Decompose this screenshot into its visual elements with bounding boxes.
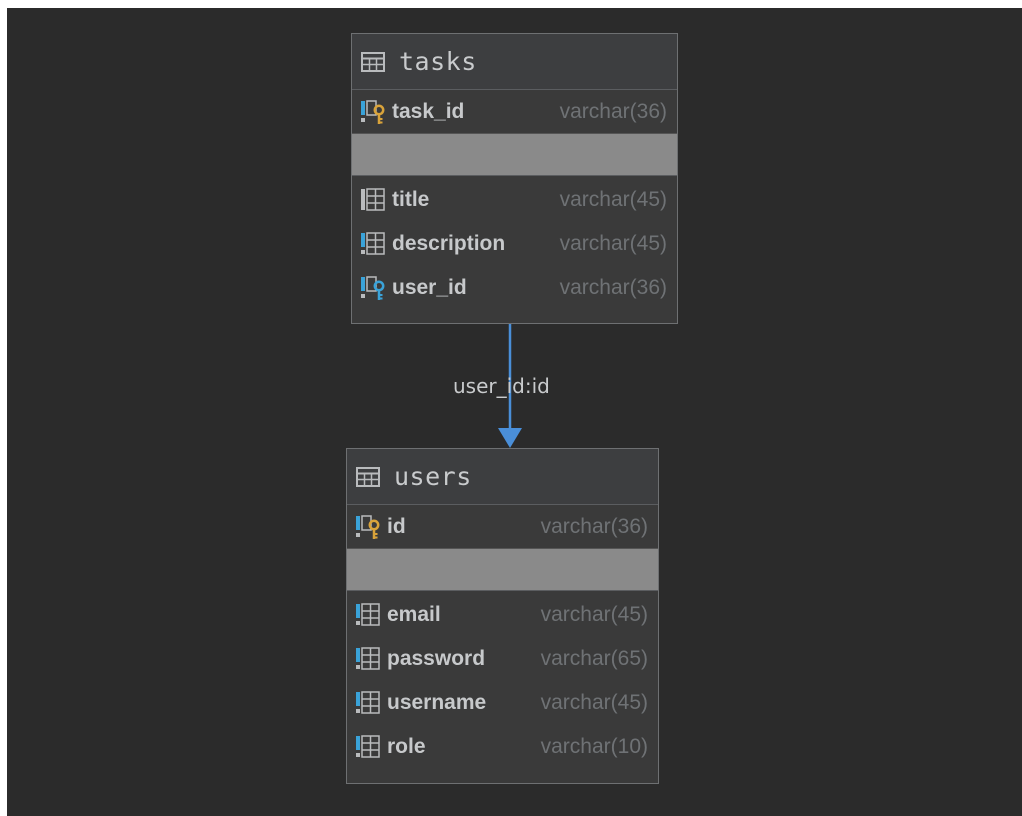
diagram-canvas: tasks task_id varchar(36) title varchar(… [7,8,1022,816]
column-row[interactable]: password varchar(65) [347,637,658,681]
column-row-pk[interactable]: id varchar(36) [347,505,658,549]
column-name: role [387,735,426,758]
column-name: email [387,603,441,626]
column-icon [356,735,380,758]
column-icon [356,603,380,626]
foreign-key-column-icon [361,276,385,300]
column-type: varchar(36) [540,514,648,538]
column-name: username [387,691,487,714]
column-type: varchar(10) [540,735,648,758]
relation-label: user_id:id [453,374,550,398]
primary-key-column-icon [356,514,380,539]
column-type: varchar(36) [559,276,667,299]
key-separator [347,549,658,591]
column-icon [361,232,385,255]
column-name: user_id [392,276,467,299]
column-type: varchar(45) [540,691,648,714]
column-name: task_id [392,99,465,123]
table-name: tasks [399,47,477,76]
column-row-fk[interactable]: user_id varchar(36) [352,266,677,310]
column-row[interactable]: description varchar(45) [352,222,677,266]
column-type: varchar(65) [540,647,648,670]
column-name: description [392,232,506,255]
column-row[interactable]: username varchar(45) [347,681,658,725]
key-separator [352,134,677,176]
column-row[interactable]: role varchar(10) [347,725,658,769]
table-name: users [394,462,472,491]
column-name: title [392,188,430,211]
column-name: password [387,647,486,670]
table-header[interactable]: tasks [352,34,677,90]
table-header[interactable]: users [347,449,658,505]
column-type: varchar(45) [559,188,667,211]
table-tasks[interactable]: tasks task_id varchar(36) title varchar(… [351,33,678,324]
column-row[interactable]: title varchar(45) [352,178,677,222]
primary-key-column-icon [361,99,385,124]
arrow-head-icon [498,428,522,448]
column-type: varchar(45) [540,603,648,626]
column-row-pk[interactable]: task_id varchar(36) [352,90,677,134]
column-name: id [387,514,406,538]
column-type: varchar(45) [559,232,667,255]
column-icon [361,188,385,211]
column-type: varchar(36) [559,99,667,123]
table-icon [356,466,380,487]
table-icon [361,51,385,72]
table-users[interactable]: users id varchar(36) email varchar(45) p… [346,448,659,784]
column-icon [356,691,380,714]
column-icon [356,647,380,670]
column-row[interactable]: email varchar(45) [347,593,658,637]
